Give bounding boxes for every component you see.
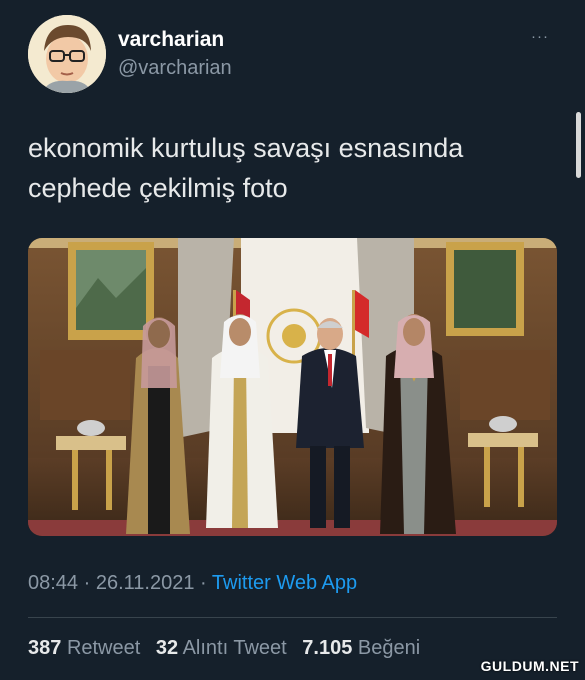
- author-display-name[interactable]: varcharian: [118, 28, 224, 52]
- tweet-timestamp: 08:44 · 26.11.2021 · Twitter Web App: [28, 572, 357, 595]
- quotes-stat[interactable]: 32 Alıntı Tweet: [156, 637, 287, 659]
- divider: [28, 617, 557, 618]
- boy-with-glasses-avatar-icon: [28, 15, 106, 93]
- tweet-stats: 387 Retweet 32 Alıntı Tweet 7.105 Beğeni: [28, 637, 420, 660]
- retweets-stat[interactable]: 387 Retweet: [28, 637, 140, 659]
- quotes-count: 32: [155, 637, 179, 659]
- tweet-text-line: cephede çekilmiş foto: [28, 173, 288, 203]
- meta-separator: ·: [194, 572, 212, 594]
- tweet-source-link[interactable]: Twitter Web App: [212, 572, 357, 594]
- watermark: GULDUM.NET: [480, 658, 579, 674]
- photo-four-men-in-ornate-room-icon: [28, 238, 557, 536]
- quotes-label: Alıntı Tweet: [182, 637, 287, 659]
- author-handle[interactable]: @varcharian: [118, 57, 232, 80]
- tweet-text: ekonomik kurtuluş savaşı esnasında cephe…: [28, 128, 558, 208]
- tweet-time[interactable]: 08:44: [28, 572, 78, 594]
- avatar[interactable]: [28, 15, 106, 93]
- likes-label: Beğeni: [357, 637, 421, 659]
- tweet-text-line: ekonomik kurtuluş savaşı esnasında: [28, 133, 464, 163]
- retweets-count: 387: [28, 637, 62, 659]
- retweets-label: Retweet: [66, 637, 141, 659]
- likes-count: 7.105: [302, 637, 353, 659]
- likes-stat[interactable]: 7.105 Beğeni: [302, 637, 420, 659]
- tweet-photo[interactable]: [28, 238, 557, 536]
- scrollbar[interactable]: [576, 112, 581, 178]
- more-options-icon[interactable]: ···: [531, 28, 549, 45]
- meta-separator: ·: [78, 572, 96, 594]
- tweet-date[interactable]: 26.11.2021: [96, 572, 195, 594]
